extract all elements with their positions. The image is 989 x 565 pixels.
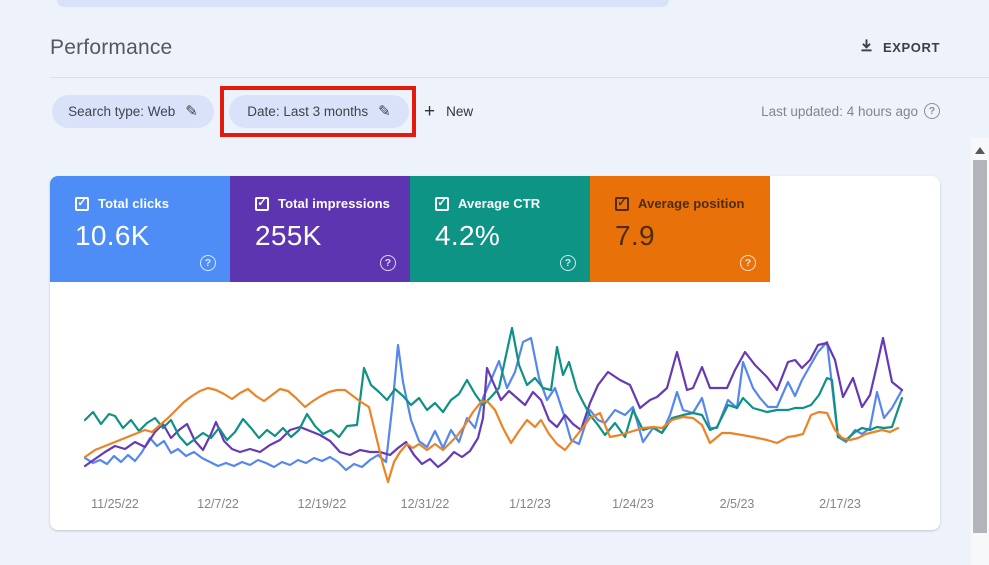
help-icon[interactable]: ?: [560, 255, 576, 271]
x-tick-label: 12/31/22: [400, 497, 450, 511]
metric-value: 7.9: [615, 220, 655, 251]
plus-icon: +: [424, 101, 436, 122]
metric-value: 4.2%: [435, 220, 501, 251]
metric-value: 10.6K: [75, 220, 150, 251]
download-icon: [859, 38, 874, 56]
help-icon[interactable]: ?: [924, 103, 940, 119]
metric-label: Total clicks: [98, 196, 170, 211]
x-tick-label: 2/5/23: [719, 497, 755, 511]
edit-pencil-icon[interactable]: ✎: [378, 104, 391, 119]
top-cropped-bar: [57, 0, 669, 7]
metric-card-total-impressions[interactable]: ✓ Total impressions 255K ?: [230, 176, 410, 282]
export-label: EXPORT: [882, 39, 940, 55]
metric-label: Total impressions: [278, 196, 390, 211]
metric-card-average-ctr[interactable]: ✓ Average CTR 4.2% ?: [410, 176, 590, 282]
help-icon[interactable]: ?: [740, 255, 756, 271]
x-tick-label: 1/24/23: [612, 497, 654, 511]
x-tick-label: 2/17/23: [819, 497, 861, 511]
performance-chart-svg: [83, 326, 904, 484]
performance-panel: ✓ Total clicks 10.6K ? ✓ Total impressio…: [50, 176, 940, 530]
metric-label: Average CTR: [458, 196, 541, 211]
date-filter-chip[interactable]: Date: Last 3 months ✎: [229, 95, 409, 128]
checkbox-checked-icon[interactable]: ✓: [615, 196, 629, 211]
edit-pencil-icon[interactable]: ✎: [185, 104, 198, 119]
checkbox-checked-icon[interactable]: ✓: [435, 196, 449, 211]
help-icon[interactable]: ?: [380, 255, 396, 271]
chart-line-clicks: [83, 336, 904, 472]
metric-card-average-position[interactable]: ✓ Average position 7.9 ?: [590, 176, 770, 282]
header-divider: [50, 77, 989, 78]
checkbox-checked-icon[interactable]: ✓: [75, 196, 89, 211]
metric-label: Average position: [638, 196, 745, 211]
page-title: Performance: [50, 36, 173, 59]
checkbox-checked-icon[interactable]: ✓: [255, 196, 269, 211]
metric-card-total-clicks[interactable]: ✓ Total clicks 10.6K ?: [50, 176, 230, 282]
x-tick-label: 12/7/22: [197, 497, 239, 511]
last-updated-status: Last updated: 4 hours ago ?: [761, 103, 940, 119]
x-tick-label: 1/12/23: [509, 497, 551, 511]
date-chip-label: Date: Last 3 months: [247, 104, 369, 119]
x-tick-label: 11/25/22: [91, 497, 139, 511]
chart-x-axis: 11/25/22 12/7/22 12/19/22 12/31/22 1/12/23 1/…: [50, 497, 940, 513]
search-type-chip[interactable]: Search type: Web ✎: [52, 95, 214, 128]
new-filter-label: New: [446, 104, 474, 119]
search-type-chip-label: Search type: Web: [68, 104, 176, 119]
x-tick-label: 12/19/22: [297, 497, 347, 511]
new-filter-button[interactable]: + New: [424, 95, 473, 128]
scrollbar-up-arrow-icon[interactable]: [975, 147, 985, 154]
last-updated-text: Last updated: 4 hours ago: [761, 103, 918, 119]
export-button[interactable]: EXPORT: [859, 38, 940, 56]
scrollbar-thumb[interactable]: [973, 160, 987, 533]
metric-value: 255K: [255, 220, 322, 251]
help-icon[interactable]: ?: [200, 255, 216, 271]
